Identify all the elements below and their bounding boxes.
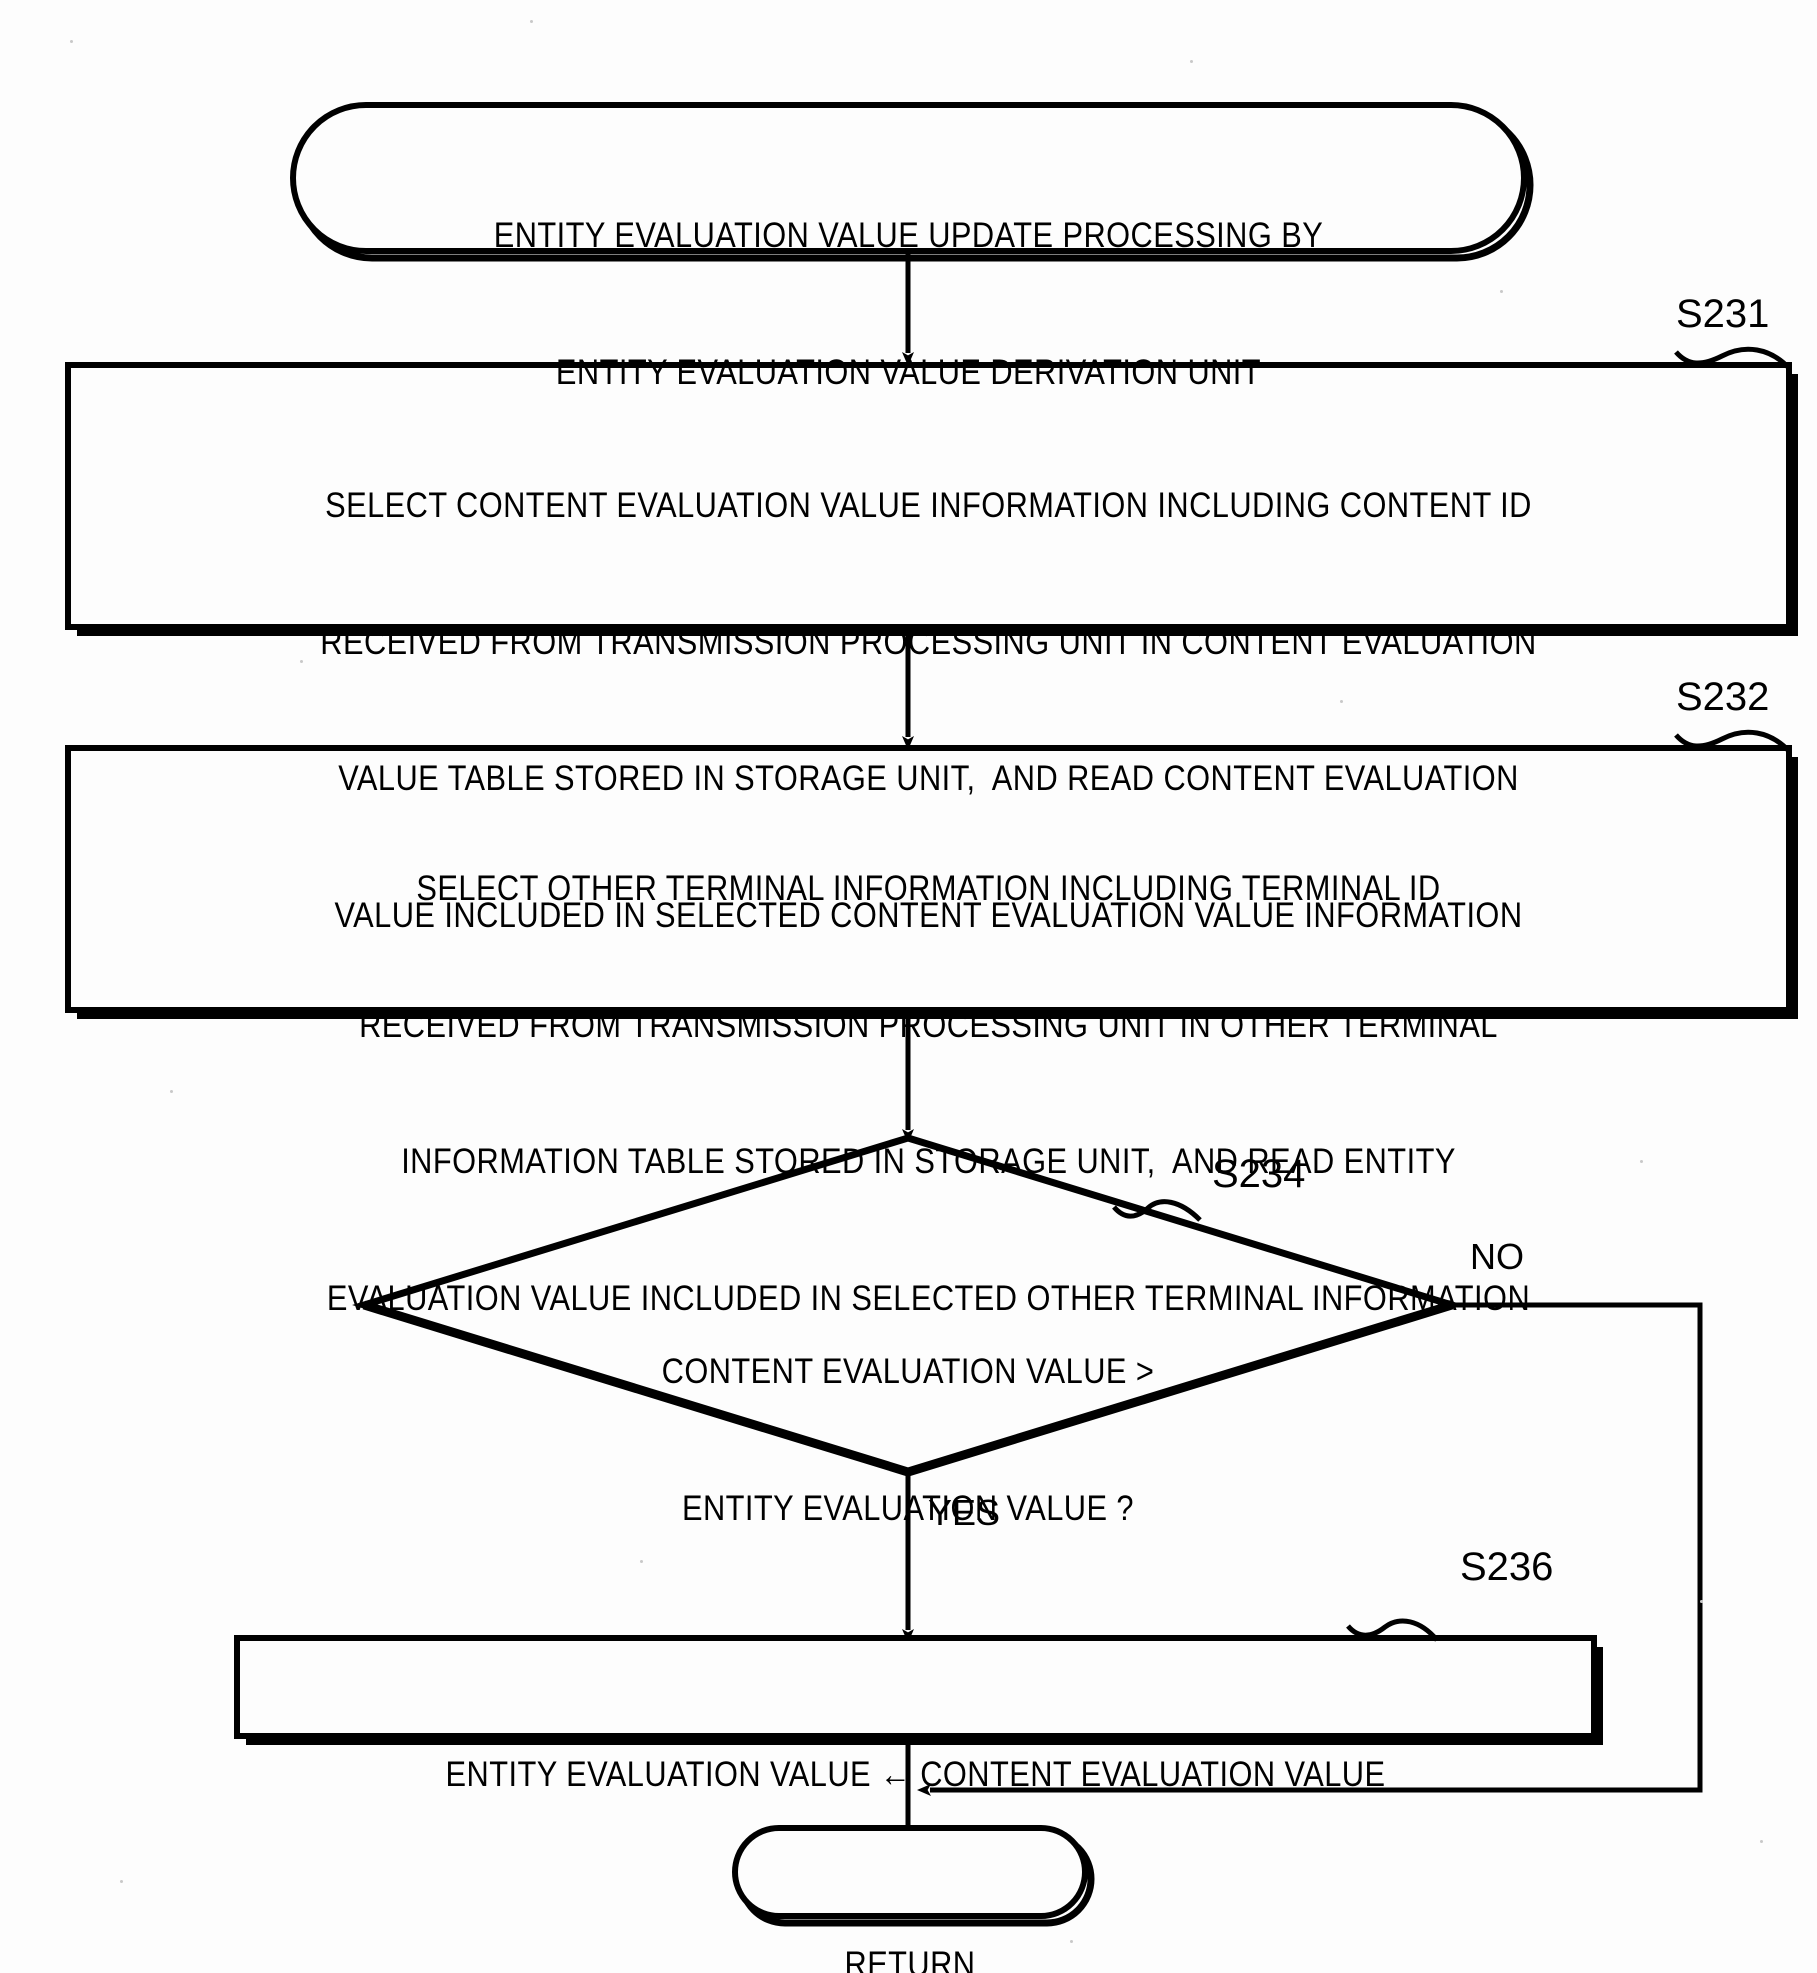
s231-line2: RECEIVED FROM TRANSMISSION PROCESSING UN… <box>320 622 1537 662</box>
s232-step-label: S232 <box>1676 675 1770 719</box>
branch-label-yes: YES <box>928 1492 1001 1533</box>
scan-speck <box>300 660 303 663</box>
s232-leader-line <box>1674 729 1791 753</box>
s232-line2: RECEIVED FROM TRANSMISSION PROCESSING UN… <box>359 1005 1498 1045</box>
s232-line1: SELECT OTHER TERMINAL INFORMATION INCLUD… <box>416 869 1441 908</box>
start-node-line1: ENTITY EVALUATION VALUE UPDATE PROCESSIN… <box>493 216 1324 255</box>
scan-speck <box>1340 700 1343 703</box>
start-node-line2: ENTITY EVALUATION VALUE DERIVATION UNIT <box>555 352 1262 392</box>
flowchart-canvas: ENTITY EVALUATION VALUE UPDATE PROCESSIN… <box>0 0 1817 1973</box>
s231-leader-line <box>1674 346 1791 370</box>
s234-line2: ENTITY EVALUATION VALUE ? <box>681 1488 1135 1528</box>
s232-line3: INFORMATION TABLE STORED IN STORAGE UNIT… <box>401 1142 1456 1181</box>
s234-line1: CONTENT EVALUATION VALUE > <box>661 1352 1155 1391</box>
scan-speck <box>1700 1600 1703 1603</box>
scan-speck <box>640 1560 643 1563</box>
return-node-text: RETURN <box>756 1851 1064 1973</box>
branch-label-no: NO <box>1470 1236 1524 1277</box>
s231-step-label: S231 <box>1676 292 1770 336</box>
scan-speck <box>1500 290 1503 293</box>
s234-step-label: S234 <box>1212 1152 1306 1196</box>
scan-speck <box>170 1090 173 1093</box>
scan-speck <box>1760 1840 1763 1843</box>
scan-speck <box>120 1880 123 1883</box>
scan-speck <box>1070 1940 1073 1943</box>
scan-speck <box>70 40 73 43</box>
s236-leader-line <box>1346 1618 1439 1642</box>
s231-line1: SELECT CONTENT EVALUATION VALUE INFORMAT… <box>325 486 1532 525</box>
s236-step-label: S236 <box>1460 1545 1554 1589</box>
scan-speck <box>530 20 533 23</box>
return-line1: RETURN <box>844 1945 976 1973</box>
scan-speck <box>1640 1160 1643 1163</box>
scan-speck <box>1190 60 1193 63</box>
s234-node-text: CONTENT EVALUATION VALUE > ENTITY EVALUA… <box>556 1258 1260 1622</box>
s236-line1: ENTITY EVALUATION VALUE ← CONTENT EVALUA… <box>445 1755 1386 1794</box>
